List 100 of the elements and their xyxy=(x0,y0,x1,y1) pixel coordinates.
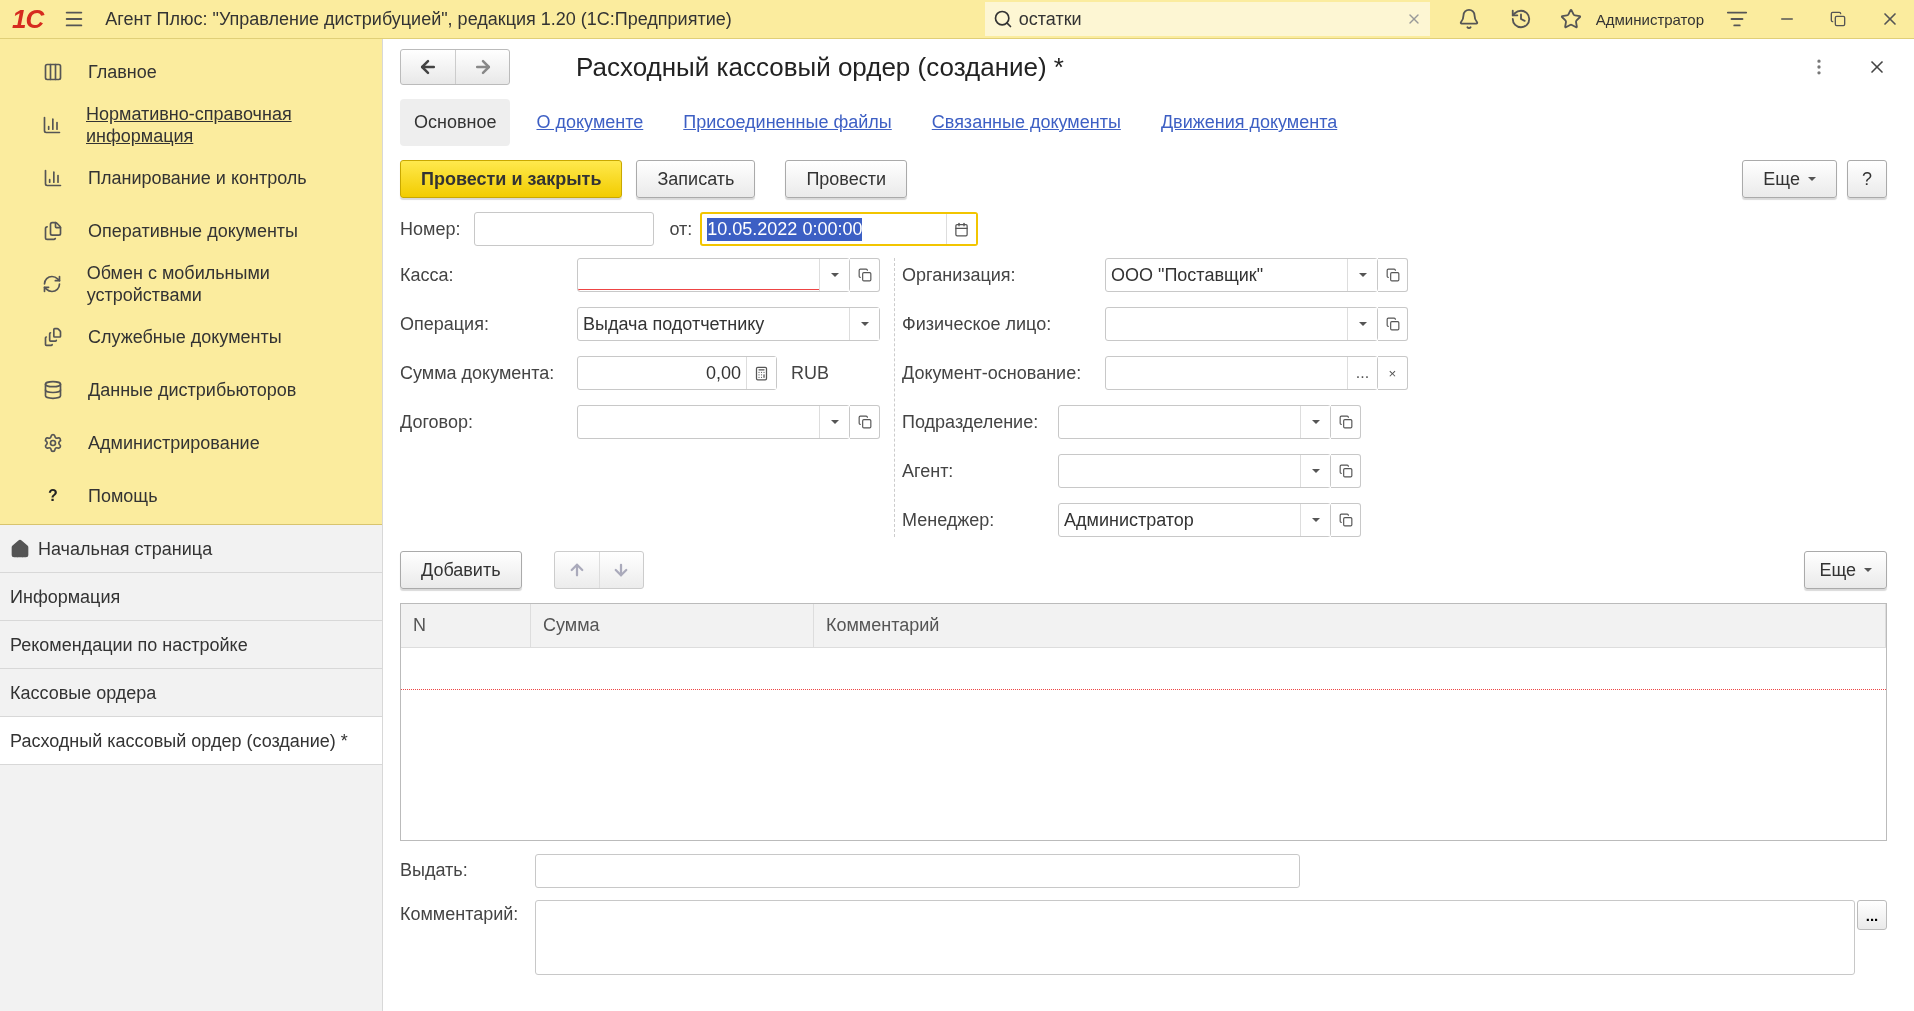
comment-field[interactable] xyxy=(535,900,1855,975)
select-field[interactable]: ... xyxy=(1105,356,1378,390)
bell-icon[interactable] xyxy=(1457,8,1480,30)
section-item[interactable]: Данные дистрибьюторов xyxy=(0,363,382,416)
settings-icon xyxy=(42,432,64,453)
section-item[interactable]: Планирование и контроль xyxy=(0,151,382,204)
calculator-button[interactable] xyxy=(746,357,776,389)
dropdown-button[interactable] xyxy=(1300,406,1330,438)
dropdown-button[interactable] xyxy=(1300,455,1330,487)
search-icon xyxy=(992,9,1013,29)
field-label: Операция: xyxy=(400,313,490,335)
pick-button[interactable]: ... xyxy=(1347,357,1377,389)
section-item[interactable]: Нормативно-справочная информация xyxy=(0,98,382,151)
open-icon xyxy=(1338,415,1353,429)
help-icon: ? xyxy=(42,484,64,507)
calendar-icon xyxy=(954,221,970,237)
currency-label: RUB xyxy=(791,362,829,384)
select-field[interactable] xyxy=(1058,405,1331,439)
dropdown-button[interactable] xyxy=(849,308,879,340)
open-icon xyxy=(1385,268,1400,282)
date-field[interactable]: 10.05.2022 0:00:00 xyxy=(700,212,979,246)
select-field[interactable]: Выдача подотчетнику xyxy=(577,307,880,341)
documents-icon xyxy=(42,220,64,241)
help-button[interactable]: ? xyxy=(1847,160,1887,198)
section-item[interactable]: Оперативные документы xyxy=(0,204,382,257)
post-and-close-button[interactable]: Провести и закрыть xyxy=(400,160,623,198)
tab[interactable]: Присоединенные файлы xyxy=(669,99,906,146)
section-item[interactable]: Главное xyxy=(0,45,382,98)
select-field[interactable] xyxy=(577,405,850,439)
open-icon xyxy=(857,268,872,282)
tab[interactable]: О документе xyxy=(522,99,658,146)
select-field[interactable] xyxy=(1058,454,1331,488)
open-icon xyxy=(1338,513,1353,527)
section-item[interactable]: Обмен с мобильными устройствами xyxy=(0,257,382,310)
tab[interactable]: Основное xyxy=(400,99,511,146)
star-icon[interactable] xyxy=(1559,8,1582,30)
more-button[interactable]: Еще xyxy=(1804,551,1887,589)
documents-icon xyxy=(42,326,64,347)
open-window-item[interactable]: Расходный кассовый ордер (создание) * xyxy=(0,717,382,765)
tab[interactable]: Связанные документы xyxy=(917,99,1135,146)
open-button[interactable] xyxy=(850,258,880,292)
calculator-icon xyxy=(754,365,769,381)
amount-field[interactable]: 0,00 xyxy=(577,356,777,390)
field-label: Выдать: xyxy=(400,860,469,881)
field-label: Физическое лицо: xyxy=(902,313,1053,335)
field-label: Менеджер: xyxy=(902,509,996,531)
app-logo: 1С xyxy=(12,3,44,35)
field-label: Комментарий: xyxy=(400,904,520,925)
open-icon xyxy=(1385,317,1400,331)
open-icon xyxy=(1338,464,1353,478)
open-button[interactable] xyxy=(1331,454,1361,488)
issue-field[interactable] xyxy=(535,854,1300,888)
section-item[interactable]: Служебные документы xyxy=(0,310,382,363)
action-button[interactable]: Провести xyxy=(785,160,908,198)
dropdown-button[interactable] xyxy=(819,406,849,438)
field-label: Агент: xyxy=(902,460,955,482)
section-item[interactable]: Администрирование xyxy=(0,416,382,469)
open-button[interactable] xyxy=(1331,503,1361,537)
history-icon[interactable] xyxy=(1509,8,1532,30)
column-header[interactable]: N xyxy=(401,604,531,647)
open-button[interactable] xyxy=(1378,258,1408,292)
number-field[interactable] xyxy=(474,212,655,246)
restore-icon[interactable] xyxy=(1830,11,1846,27)
refresh-icon xyxy=(42,273,63,294)
field-label: Договор: xyxy=(400,411,474,433)
add-button[interactable]: Добавить xyxy=(400,551,522,589)
open-button[interactable] xyxy=(850,405,880,439)
tab[interactable]: Движения документа xyxy=(1146,99,1352,146)
dropdown-button[interactable] xyxy=(1347,259,1377,291)
open-icon xyxy=(857,415,872,429)
database-icon xyxy=(42,379,64,400)
section-item[interactable]: ? Помощь xyxy=(0,469,382,522)
dropdown-button[interactable] xyxy=(1300,504,1330,536)
more-button[interactable]: Еще xyxy=(1742,160,1837,198)
field-label: Организация: xyxy=(902,264,1017,286)
select-field[interactable] xyxy=(1105,307,1378,341)
clear-button[interactable]: × xyxy=(1378,356,1408,390)
home-icon xyxy=(10,538,30,559)
dropdown-button[interactable] xyxy=(1347,308,1377,340)
open-button[interactable] xyxy=(1378,307,1408,341)
field-label: Подразделение: xyxy=(902,411,1040,433)
field-label: Сумма документа: xyxy=(400,362,556,384)
select-field[interactable]: Администратор xyxy=(1058,503,1331,537)
open-button[interactable] xyxy=(1331,405,1361,439)
dropdown-button[interactable] xyxy=(819,259,849,291)
window-title: Агент Плюс: "Управление дистрибуцией", редакция 1.20 (1С:Предприятие) xyxy=(105,8,732,30)
select-field[interactable]: ООО "Поставщик" xyxy=(1105,258,1378,292)
search-field[interactable]: остатки xyxy=(984,2,1430,36)
expand-button[interactable]: ... xyxy=(1857,900,1887,930)
column-header[interactable]: Комментарий xyxy=(814,604,1886,647)
field-label: Документ-основание: xyxy=(902,362,1083,384)
form-title: Расходный кассовый ордер (создание) * xyxy=(576,51,1064,83)
calendar-button[interactable] xyxy=(946,214,977,244)
select-field[interactable] xyxy=(577,258,850,292)
field-label: от: xyxy=(669,218,693,240)
field-label: Номер: xyxy=(400,218,461,240)
bar-chart-icon xyxy=(42,167,64,188)
action-button[interactable]: Записать xyxy=(636,160,756,198)
column-header[interactable]: Сумма xyxy=(531,604,814,647)
user-name[interactable]: Администратор xyxy=(1595,10,1704,28)
